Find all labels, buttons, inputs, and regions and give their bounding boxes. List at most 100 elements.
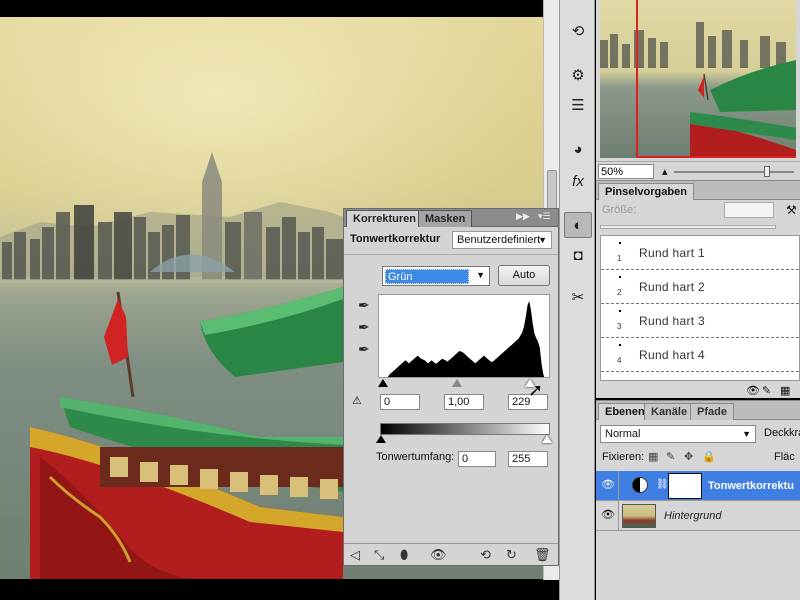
visibility-icon[interactable]: 👁 [746, 384, 760, 397]
zoom-out-icon[interactable]: ▴ [662, 165, 668, 178]
clip-to-layer-icon[interactable]: ⬮ [400, 547, 408, 563]
mouse-cursor-icon: ➚ [528, 380, 544, 400]
back-arrow-icon[interactable]: ◁ [350, 547, 360, 563]
lock-row: Fixieren: ▦ ✎ ✥ 🔒 Fläc [596, 447, 800, 467]
divider [618, 501, 619, 531]
histogram [378, 294, 550, 378]
preset-value: Benutzerdefiniert [457, 234, 541, 246]
tab-adjustments[interactable]: Korrekturen [346, 210, 423, 227]
layer-name: Tonwertkorrektu [708, 480, 794, 492]
lock-paint-icon[interactable]: ✎ [666, 450, 675, 463]
zoom-input[interactable] [598, 164, 654, 179]
tab-masks[interactable]: Masken [418, 210, 473, 227]
layers-panel: Ebenen Kanäle Pfade Normal ▼ Deckkra Fix… [596, 400, 800, 600]
trash-icon[interactable]: 🗑 [534, 547, 551, 563]
brush-size-number: 4 [617, 356, 622, 365]
photoshop-window: ⟲ ⚙ ☰ ◕ fx ◐ ◘ ✂ 50% ▴ Pinselvorgaben Gr… [0, 0, 800, 600]
panel-menu-icon[interactable]: ▾☰ [538, 211, 551, 222]
input-black-slider[interactable] [378, 379, 388, 387]
input-gamma-slider[interactable] [452, 379, 462, 387]
histogram-plot [387, 301, 545, 377]
brush-tip-icon [619, 344, 621, 346]
layer-row-adjustment[interactable]: 👁 ⛓ Tonwertkorrektu [596, 471, 800, 501]
adjustment-title: Tonwertkorrektur [350, 233, 441, 245]
scrollbar-thumb[interactable] [547, 170, 557, 210]
opacity-label: Deckkra [764, 427, 800, 439]
brush-panel-footer: 👁 ✎ ▦ [596, 381, 800, 399]
list-item[interactable]: 4 Rund hart 4 [601, 338, 799, 372]
navigator-zoom-bar: ▴ [596, 161, 800, 180]
view-previous-icon[interactable]: ⟲ [480, 547, 491, 563]
gray-eyedropper-icon[interactable]: ✒ [358, 319, 370, 336]
expand-view-icon[interactable]: ⤡ [374, 547, 384, 563]
output-black-field[interactable]: 0 [458, 451, 496, 467]
lock-transparency-icon[interactable]: ▦ [648, 450, 658, 463]
output-levels-label: Tonwertumfang: [376, 451, 455, 463]
brush-tabbar: Pinselvorgaben [596, 181, 800, 200]
tab-paths[interactable]: Pfade [690, 403, 734, 420]
lock-label: Fixieren: [602, 451, 645, 463]
adjustments-tabbar: Korrekturen Masken ▶▶ ▾☰ [344, 209, 558, 227]
white-eyedropper-icon[interactable]: ✒ [358, 341, 370, 358]
chevron-down-icon: ▼ [476, 270, 485, 280]
brush-label: Rund hart 1 [639, 246, 706, 260]
brush-preset-list: 1 Rund hart 1 2 Rund hart 2 3 Rund hart … [600, 235, 800, 381]
navigator-view-frame[interactable] [636, 0, 796, 158]
tools-icon[interactable]: ✂ [564, 284, 592, 310]
input-gamma-field[interactable]: 1,00 [444, 394, 484, 410]
output-gradient [380, 423, 550, 435]
fill-label: Fläc [774, 451, 795, 463]
history-icon[interactable]: ⟲ [564, 18, 592, 44]
list-item[interactable]: 2 Rund hart 2 [601, 270, 799, 304]
divider [344, 254, 558, 255]
styles-fx-icon[interactable]: fx [564, 168, 592, 194]
preset-select[interactable]: Benutzerdefiniert ▼ [452, 231, 552, 249]
brush-size-field[interactable] [724, 202, 774, 218]
brush-tip-icon [619, 276, 621, 278]
visibility-icon[interactable]: 👁 [430, 547, 447, 563]
color-palette-icon[interactable]: ◕ [564, 136, 592, 162]
brush-toggle-icon[interactable]: ✎ [762, 384, 771, 397]
actions-icon[interactable]: ⚙ [564, 62, 592, 88]
chevron-down-icon: ▼ [742, 429, 751, 439]
zoom-slider-knob[interactable] [764, 166, 770, 177]
channel-select[interactable]: Grün ▼ [382, 266, 490, 286]
eye-icon[interactable]: 👁 [601, 478, 615, 491]
masks-icon[interactable]: ◘ [564, 242, 592, 268]
brush-options-icon[interactable]: ⚒ [786, 203, 797, 217]
brush-label: Rund hart 4 [639, 348, 706, 362]
tab-channels[interactable]: Kanäle [644, 403, 695, 420]
lock-position-icon[interactable]: ✥ [684, 450, 693, 463]
list-item[interactable]: 3 Rund hart 3 [601, 304, 799, 338]
tab-brush-presets[interactable]: Pinselvorgaben [598, 183, 694, 200]
black-eyedropper-icon[interactable]: ✒ [358, 297, 370, 314]
chain-link-icon[interactable]: ⛓ [656, 479, 669, 490]
brush-tip-icon [619, 310, 621, 312]
adjustments-icon[interactable]: ◐ [564, 212, 592, 238]
output-white-field[interactable]: 255 [508, 451, 548, 467]
panel-icon-strip: ⟲ ⚙ ☰ ◕ fx ◐ ◘ ✂ [559, 0, 595, 600]
list-item[interactable]: 1 Rund hart 1 [601, 236, 799, 270]
brush-size-label: Größe: [602, 204, 637, 216]
brush-label: Rund hart 3 [639, 314, 706, 328]
zoom-slider-track[interactable] [674, 171, 794, 173]
layer-mask-thumbnail[interactable] [668, 473, 702, 499]
eye-icon[interactable]: 👁 [601, 508, 615, 521]
blend-mode-value: Normal [605, 428, 641, 440]
output-white-slider[interactable] [542, 435, 552, 443]
adjustments-footer: ◁ ⤡ ⬮ 👁 ⟲ ↻ 🗑 [344, 543, 558, 565]
brush-size-number: 1 [617, 254, 622, 263]
panel-grid-icon[interactable]: ▦ [780, 384, 790, 397]
reset-icon[interactable]: ↻ [506, 547, 517, 563]
output-black-slider[interactable] [376, 435, 386, 443]
brush-size-slider[interactable] [600, 225, 776, 229]
collapse-icon[interactable]: ▶▶ [516, 211, 530, 222]
tool-presets-icon[interactable]: ☰ [564, 92, 592, 118]
input-black-field[interactable]: 0 [380, 394, 420, 410]
blend-mode-select[interactable]: Normal ▼ [600, 425, 756, 443]
auto-button[interactable]: Auto [498, 265, 550, 286]
lock-all-icon[interactable]: 🔒 [702, 450, 716, 463]
channel-value: Grün [385, 269, 469, 284]
layer-row-background[interactable]: 👁 Hintergrund [596, 501, 800, 531]
navigator-thumbnail[interactable] [600, 0, 796, 158]
